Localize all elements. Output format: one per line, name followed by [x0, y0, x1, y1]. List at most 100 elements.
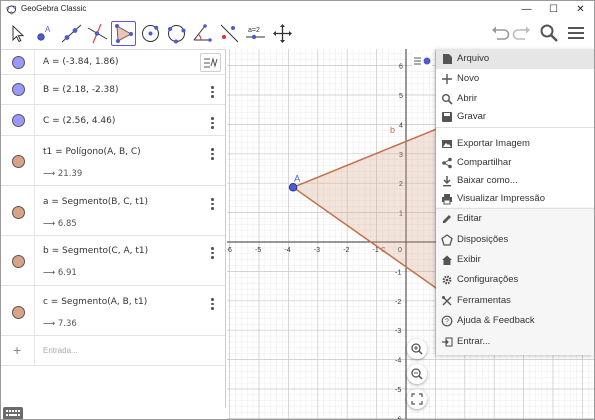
more-options-icon[interactable]	[210, 247, 214, 261]
menu-item-editar[interactable]: Editar	[436, 209, 594, 229]
visibility-toggle-icon[interactable]	[12, 306, 25, 319]
move-arrows-icon	[273, 24, 292, 43]
perpendicular-line-icon	[87, 23, 108, 44]
pencil-icon	[443, 215, 451, 223]
slider-tool[interactable]: a=2	[243, 21, 268, 46]
visibility-toggle-icon[interactable]	[12, 114, 25, 127]
more-options-icon[interactable]	[210, 148, 214, 162]
y-tick-label: -3	[395, 328, 401, 335]
gear-icon	[442, 275, 452, 285]
marble-cell	[1, 236, 35, 285]
algebra-row[interactable]: C = (2.56, 4.46)	[1, 105, 225, 136]
algebra-expression[interactable]: A = (-3.84, 1.86)	[43, 57, 119, 67]
menu-item-configura-es[interactable]: Configurações	[436, 270, 594, 290]
algebra-expression[interactable]: a = Segmento(B, C, t1)	[43, 197, 148, 207]
zoom-in-button[interactable]	[407, 339, 427, 359]
minimize-button[interactable]: —	[513, 1, 540, 18]
plus-icon[interactable]: +	[13, 342, 21, 358]
svg-text:?: ?	[445, 319, 449, 326]
perpendicular-tool[interactable]	[85, 21, 110, 46]
more-options-icon[interactable]	[210, 198, 214, 212]
y-tick-label: -4	[395, 358, 401, 365]
marble-cell	[1, 50, 35, 74]
home-icon	[442, 255, 452, 265]
algebra-expression[interactable]: c = Segmento(A, B, t1)	[43, 297, 147, 307]
menu-item-label: Abrir	[457, 93, 478, 104]
visibility-toggle-icon[interactable]	[12, 255, 25, 268]
point-a[interactable]	[288, 183, 298, 192]
graphics-style-bar-toggle[interactable]	[412, 52, 432, 70]
algebra-style-bar-toggle[interactable]	[200, 53, 221, 72]
menu-separator	[436, 208, 594, 209]
y-tick-label: 4	[399, 122, 403, 129]
more-options-icon[interactable]	[210, 298, 214, 312]
x-tick-label: -4	[284, 247, 290, 254]
undo-button[interactable]	[489, 22, 511, 44]
menu-item-disposi-es[interactable]: Disposições	[436, 230, 594, 250]
menu-item-compartilhar[interactable]: Compartilhar	[436, 153, 594, 173]
x-tick-label: -5	[255, 247, 261, 254]
redo-button[interactable]	[511, 22, 533, 44]
menu-item-gravar[interactable]: Gravar	[436, 107, 594, 127]
visibility-toggle-icon[interactable]	[12, 206, 25, 219]
more-options-icon[interactable]	[210, 117, 214, 131]
menu-item-exportar-imagem[interactable]: Exportar Imagem	[436, 134, 594, 154]
visibility-toggle-icon[interactable]	[12, 56, 25, 69]
menu-item-entrar[interactable]: Entrar...	[436, 332, 594, 352]
segment-b-label: b	[390, 125, 395, 135]
window-title: GeoGebra Classic	[21, 4, 87, 13]
algebra-row[interactable]: a = Segmento(B, C, t1) ⟶ 6.85	[1, 186, 225, 236]
maximize-button[interactable]: ☐	[540, 1, 567, 18]
marble-cell	[1, 75, 35, 104]
algebra-expression[interactable]: b = Segmento(C, A, t1)	[43, 246, 148, 256]
menu-item-ferramentas[interactable]: Ferramentas	[436, 291, 594, 311]
style-bar-icon	[414, 57, 431, 65]
menu-item-label: Ajuda & Feedback	[457, 315, 535, 326]
menu-item-novo[interactable]: Novo	[436, 69, 594, 89]
menu-item-visualizar-impress-o[interactable]: Visualizar Impressão	[436, 189, 594, 209]
visibility-toggle-icon[interactable]	[12, 83, 25, 96]
menu-item-label: Arquivo	[457, 53, 490, 64]
reflect-tool[interactable]	[217, 21, 242, 46]
conic-tool[interactable]	[164, 21, 189, 46]
line-tool[interactable]	[59, 21, 84, 46]
point-icon: A	[37, 25, 51, 41]
algebra-row[interactable]: b = Segmento(C, A, t1) ⟶ 6.91	[1, 236, 225, 286]
algebra-row[interactable]: t1 = Polígono(A, B, C) ⟶ 21.39	[1, 136, 225, 186]
circle-tool[interactable]	[138, 21, 163, 46]
search-icon	[442, 94, 453, 105]
y-tick-label: -5	[395, 387, 401, 394]
menu-item-label: Visualizar Impressão	[457, 193, 546, 204]
point-tool[interactable]: A	[32, 21, 57, 46]
menu-item-abrir[interactable]: Abrir	[436, 89, 594, 109]
algebra-row[interactable]: B = (2.18, -2.38)	[1, 75, 225, 105]
algebra-expression[interactable]: C = (2.56, 4.46)	[43, 116, 115, 126]
move-graphics-tool[interactable]	[270, 21, 295, 46]
perspectives-icon	[441, 234, 453, 246]
search-button[interactable]	[538, 22, 560, 44]
main-menu-button[interactable]	[565, 22, 587, 44]
polygon-tool[interactable]	[111, 21, 136, 46]
more-options-icon[interactable]	[210, 86, 214, 100]
menu-item-label: Compartilhar	[457, 157, 512, 168]
angle-tool[interactable]	[190, 21, 215, 46]
marble-cell	[1, 186, 35, 235]
move-tool[interactable]	[5, 21, 30, 46]
menu-item-arquivo[interactable]: Arquivo	[436, 49, 594, 69]
input-row[interactable]: + Entrada...	[1, 336, 225, 366]
algebra-row[interactable]: A = (-3.84, 1.86)	[1, 50, 225, 75]
help-icon: ?	[441, 315, 453, 327]
algebra-expression[interactable]: B = (2.18, -2.38)	[43, 85, 119, 95]
tools-icon	[442, 296, 452, 306]
keyboard-toggle-button[interactable]	[3, 407, 23, 419]
menu-item-baixar-como[interactable]: Baixar como...	[436, 171, 594, 191]
visibility-toggle-icon[interactable]	[12, 155, 25, 168]
menu-item-exibir[interactable]: Exibir	[436, 250, 594, 270]
algebra-row[interactable]: c = Segmento(A, B, t1) ⟶ 7.36	[1, 286, 225, 336]
zoom-out-button[interactable]	[407, 364, 427, 384]
close-button[interactable]: ✕	[567, 1, 594, 18]
menu-item-ajuda-feedback[interactable]: ? Ajuda & Feedback	[436, 311, 594, 331]
algebra-input[interactable]: Entrada...	[43, 346, 78, 355]
algebra-expression[interactable]: t1 = Polígono(A, B, C)	[43, 147, 141, 157]
fullscreen-button[interactable]	[407, 389, 427, 409]
